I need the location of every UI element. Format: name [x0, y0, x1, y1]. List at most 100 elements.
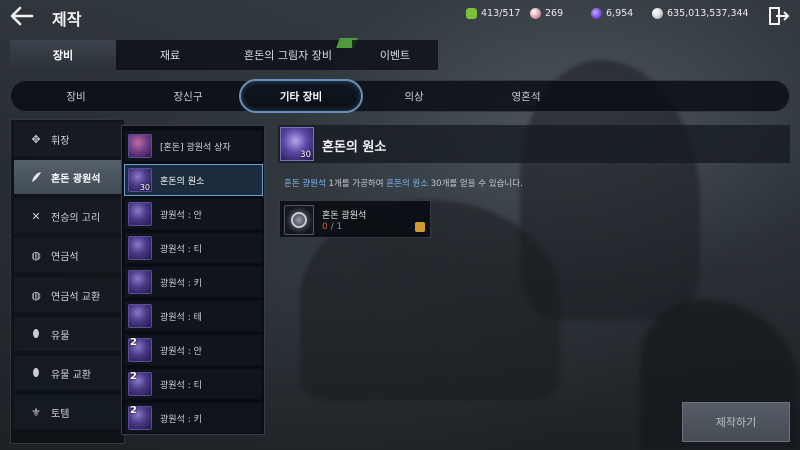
item-label: 광원석 : 키 — [160, 414, 202, 425]
tab-label: 혼돈의 그림자 장비 — [244, 49, 332, 62]
item-tier: 2 — [130, 371, 137, 382]
list-item[interactable]: 광원석 : 테 — [125, 301, 262, 331]
list-item[interactable]: 2 광원석 : 티 — [125, 369, 262, 399]
green-gem-icon — [466, 8, 477, 19]
emblem-icon: ✥ — [31, 132, 41, 146]
list-item[interactable]: [혼돈] 광원석 상자 — [125, 131, 262, 161]
material-separator: / — [327, 222, 337, 232]
category-item-relic[interactable]: ⬮ 유물 — [14, 317, 122, 351]
currency-energy: 413/517 — [466, 8, 520, 19]
item-label: 광원석 : 티 — [160, 380, 202, 391]
light-stone-icon — [128, 202, 152, 226]
ring-shape — [291, 212, 307, 228]
subtab-accessories[interactable]: 장신구 — [133, 81, 243, 111]
back-arrow-icon[interactable] — [10, 5, 34, 27]
tab-label: 이벤트 — [379, 49, 411, 62]
tab-label: 재료 — [159, 49, 181, 62]
category-item-emblem[interactable]: ✥ 휘장 — [14, 122, 122, 156]
tab-event[interactable]: 이벤트 — [352, 40, 438, 70]
category-item-alchemy-exchange[interactable]: ◍ 연금석 교환 — [14, 278, 122, 312]
category-item-totem[interactable]: ⚜ 토템 — [14, 395, 122, 429]
tab-label: 장비 — [52, 49, 74, 62]
category-item-relic-exchange[interactable]: ⬮ 유물 교환 — [14, 356, 122, 390]
craft-description: 혼돈 광원석 1개를 가공하여 혼돈의 원소 30개를 얻을 수 있습니다. — [284, 177, 523, 189]
category-item-legacy-ring[interactable]: ✕ 전승의 고리 — [14, 199, 122, 233]
list-item[interactable]: 2 광원석 : 키 — [125, 403, 262, 433]
pink-orb-icon — [530, 8, 541, 19]
source-badge-icon — [415, 222, 425, 232]
category-label: 유물 — [51, 330, 70, 342]
detail-quantity: 30 — [300, 150, 311, 160]
detail-title: 혼돈의 원소 — [322, 140, 387, 155]
page-title: 제작 — [52, 10, 82, 29]
list-item[interactable]: 광원석 : 키 — [125, 267, 262, 297]
subtab-equipment[interactable]: 장비 — [21, 81, 131, 111]
item-label: 광원석 : 안 — [160, 210, 202, 221]
currency-silver: 635,013,537,344 — [652, 8, 749, 19]
category-item-chaos-lightstone[interactable]: 혼돈 광원석 — [14, 160, 122, 194]
top-bar: 제작 413/517 269 6,954 635,013,537,344 — [0, 0, 800, 32]
chaos-lightstone-icon — [284, 205, 314, 235]
main-tab-bar: 장비 재료 혼돈의 그림자 장비 이벤트 — [10, 38, 438, 70]
relic-exchange-icon: ⬮ — [32, 366, 40, 379]
totem-icon: ⚜ — [31, 405, 41, 419]
desc-text: 1개를 가공하여 — [325, 179, 387, 189]
category-label: 연금석 — [51, 251, 79, 263]
relic-icon: ⬮ — [32, 327, 40, 340]
material-card[interactable]: 혼돈 광원석 0 / 1 — [279, 200, 431, 238]
material-count: 0 / 1 — [322, 222, 342, 232]
silver-coin-icon — [652, 8, 663, 19]
item-label: 광원석 : 키 — [160, 278, 202, 289]
category-item-alchemy-stone[interactable]: ◍ 연금석 — [14, 238, 122, 272]
currency-crystal: 6,954 — [591, 8, 633, 19]
desc-material-name: 혼돈 광원석 — [284, 179, 326, 189]
tab-chaos-shadow-equipment[interactable]: 혼돈의 그림자 장비 — [224, 38, 358, 70]
item-tier: 2 — [130, 405, 137, 416]
subtab-costume[interactable]: 의상 — [359, 81, 469, 111]
chaos-element-icon: 30 — [128, 168, 152, 192]
light-stone-icon — [128, 270, 152, 294]
category-label: 전승의 고리 — [51, 212, 101, 224]
craft-button[interactable]: 제작하기 — [682, 402, 790, 442]
tab-equipment[interactable]: 장비 — [10, 40, 116, 70]
currency-value: 6,954 — [606, 8, 634, 19]
item-label: [혼돈] 광원석 상자 — [160, 142, 231, 153]
subtab-label: 영혼석 — [511, 90, 541, 103]
exit-icon[interactable] — [768, 6, 790, 26]
subtab-label: 장비 — [66, 90, 86, 103]
chaos-element-icon: 30 — [280, 127, 314, 161]
item-tier: 2 — [130, 337, 137, 348]
purple-crystal-icon — [591, 8, 602, 19]
tab-materials[interactable]: 재료 — [116, 40, 224, 70]
light-stone-icon: 2 — [128, 337, 152, 362]
item-label: 광원석 : 티 — [160, 244, 202, 255]
item-label: 광원석 : 안 — [160, 346, 202, 357]
category-label: 유물 교환 — [51, 369, 91, 381]
list-item[interactable]: 광원석 : 안 — [125, 199, 262, 229]
list-item[interactable]: 광원석 : 티 — [125, 233, 262, 263]
subtab-other-equipment[interactable]: 기타 장비 — [239, 79, 363, 113]
currency-pink: 269 — [530, 8, 563, 19]
currency-value: 635,013,537,344 — [667, 8, 749, 19]
light-stone-icon — [128, 304, 152, 328]
list-item[interactable]: 30 혼돈의 원소 — [124, 164, 263, 196]
light-stone-icon — [128, 236, 152, 260]
subtab-soulstone[interactable]: 영혼석 — [471, 81, 581, 111]
subtab-label: 의상 — [404, 90, 424, 103]
alchemy-stone-icon: ◍ — [31, 248, 41, 262]
category-label: 휘장 — [51, 135, 70, 147]
currency-value: 413/517 — [481, 8, 521, 19]
list-item[interactable]: 2 광원석 : 안 — [125, 335, 262, 365]
desc-result-name: 혼돈의 원소 — [386, 179, 429, 189]
subtab-label: 장신구 — [173, 90, 203, 103]
item-label: 혼돈의 원소 — [160, 176, 205, 187]
item-label: 광원석 : 테 — [160, 312, 202, 323]
item-box-icon — [128, 134, 152, 158]
category-panel: ✥ 휘장 혼돈 광원석 ✕ 전승의 고리 ◍ 연금석 ◍ 연금석 교환 ⬮ 유물… — [10, 119, 125, 444]
light-stone-icon: 2 — [128, 405, 152, 430]
feather-icon — [30, 171, 42, 183]
alchemy-exchange-icon: ◍ — [31, 288, 41, 302]
category-label: 연금석 교환 — [51, 291, 101, 303]
category-label: 혼돈 광원석 — [51, 173, 101, 185]
material-need: 1 — [336, 222, 343, 232]
